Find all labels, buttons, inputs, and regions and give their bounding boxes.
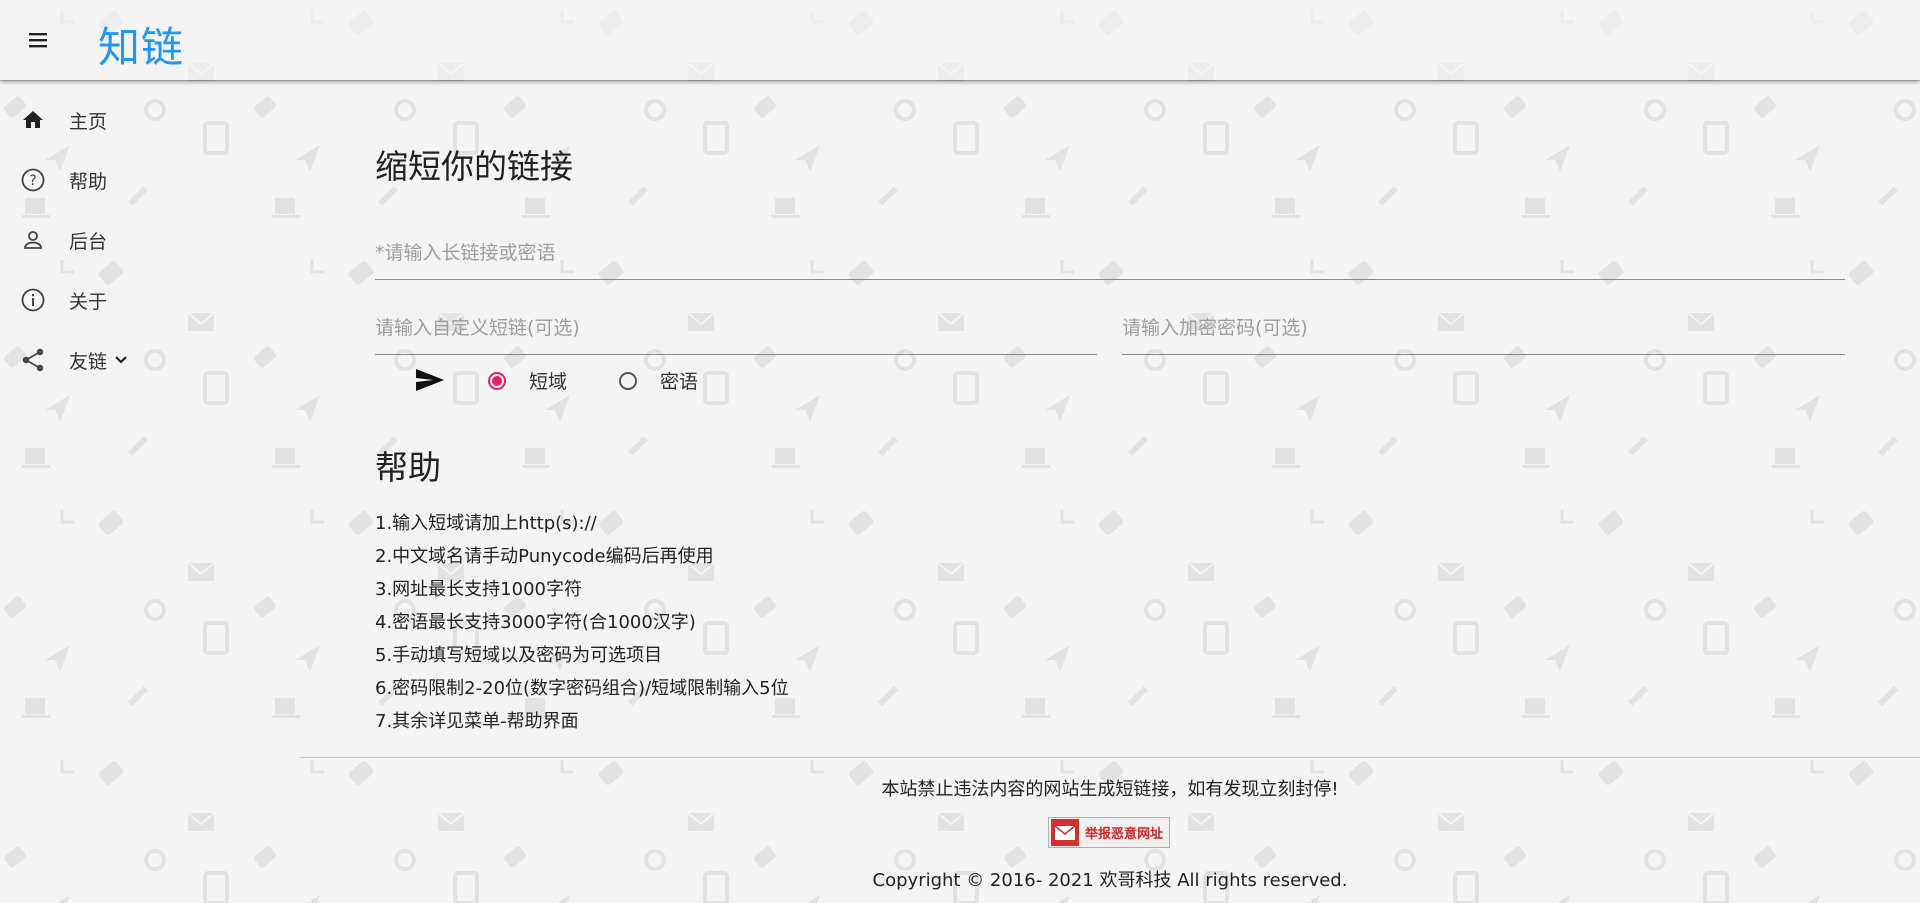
home-icon (20, 107, 46, 133)
custom-short-link-input[interactable] (375, 310, 1097, 355)
report-label: 举报恶意网址 (1085, 827, 1164, 842)
sidebar-item-help[interactable]: ? 帮助 (0, 150, 220, 210)
encrypt-password-input[interactable] (1122, 310, 1845, 355)
chevron-down-icon (113, 351, 129, 373)
svg-text:?: ? (29, 173, 36, 189)
help-title: 帮助 (375, 448, 441, 487)
radio-secret-phrase[interactable]: 密语 (619, 367, 698, 394)
friend-links-label: 友链 (69, 350, 108, 373)
sidebar: 主页 ? 帮助 后台 关于 友链 (0, 90, 220, 390)
menu-button[interactable] (20, 22, 56, 58)
send-button[interactable] (413, 363, 447, 397)
list-item: 1.输入短域请加上http(s):// (375, 513, 597, 534)
sidebar-item-about[interactable]: 关于 (0, 270, 220, 330)
copyright: Copyright © 2016- 2021 欢哥科技 All rights r… (872, 870, 1348, 891)
background-pattern (0, 0, 1920, 903)
list-item: 2.中文域名请手动Punycode编码后再使用 (375, 546, 714, 567)
menu-icon (29, 33, 47, 48)
radio-short-domain[interactable]: 短域 (488, 367, 567, 394)
sidebar-item-friend-links[interactable]: 友链 (0, 330, 220, 390)
help-circle-icon: ? (20, 167, 46, 193)
radio-unchecked-icon (619, 371, 637, 390)
list-item: 6.密码限制2-20位(数字密码组合)/短域限制输入5位 (375, 678, 789, 699)
sidebar-item-home[interactable]: 主页 (0, 90, 220, 150)
sidebar-item-label: 帮助 (69, 170, 108, 193)
radio-label: 密语 (660, 371, 699, 393)
radio-checked-icon (488, 371, 506, 390)
share-icon (20, 347, 46, 373)
sidebar-item-label: 后台 (69, 230, 108, 253)
report-malicious-url-button[interactable]: 举报恶意网址 (1048, 817, 1170, 848)
sidebar-item-label: 主页 (69, 110, 108, 133)
footer-notice: 本站禁止违法内容的网站生成短链接，如有发现立刻封停! (881, 779, 1339, 800)
send-icon (416, 369, 444, 391)
sidebar-item-label: 关于 (69, 290, 108, 313)
help-list: 1.输入短域请加上http(s):// 2.中文域名请手动Punycode编码后… (375, 510, 789, 741)
list-item: 3.网址最长支持1000字符 (375, 579, 582, 600)
list-item: 7.其余详见菜单-帮助界面 (375, 711, 579, 732)
app-bar: 知链 (0, 0, 1920, 80)
sidebar-item-admin[interactable]: 后台 (0, 210, 220, 270)
list-item: 5.手动填写短域以及密码为可选项目 (375, 645, 663, 666)
info-icon (20, 287, 46, 313)
person-icon (20, 227, 46, 253)
sidebar-item-label: 友链 (69, 347, 129, 374)
page-title: 缩短你的链接 (375, 147, 573, 186)
footer-divider (300, 757, 1920, 758)
list-item: 4.密语最长支持3000字符(合1000汉字) (375, 612, 696, 633)
app-logo[interactable]: 知链 (98, 14, 184, 75)
long-link-input[interactable] (375, 235, 1845, 280)
radio-label: 短域 (529, 371, 568, 393)
envelope-icon (1051, 819, 1079, 846)
